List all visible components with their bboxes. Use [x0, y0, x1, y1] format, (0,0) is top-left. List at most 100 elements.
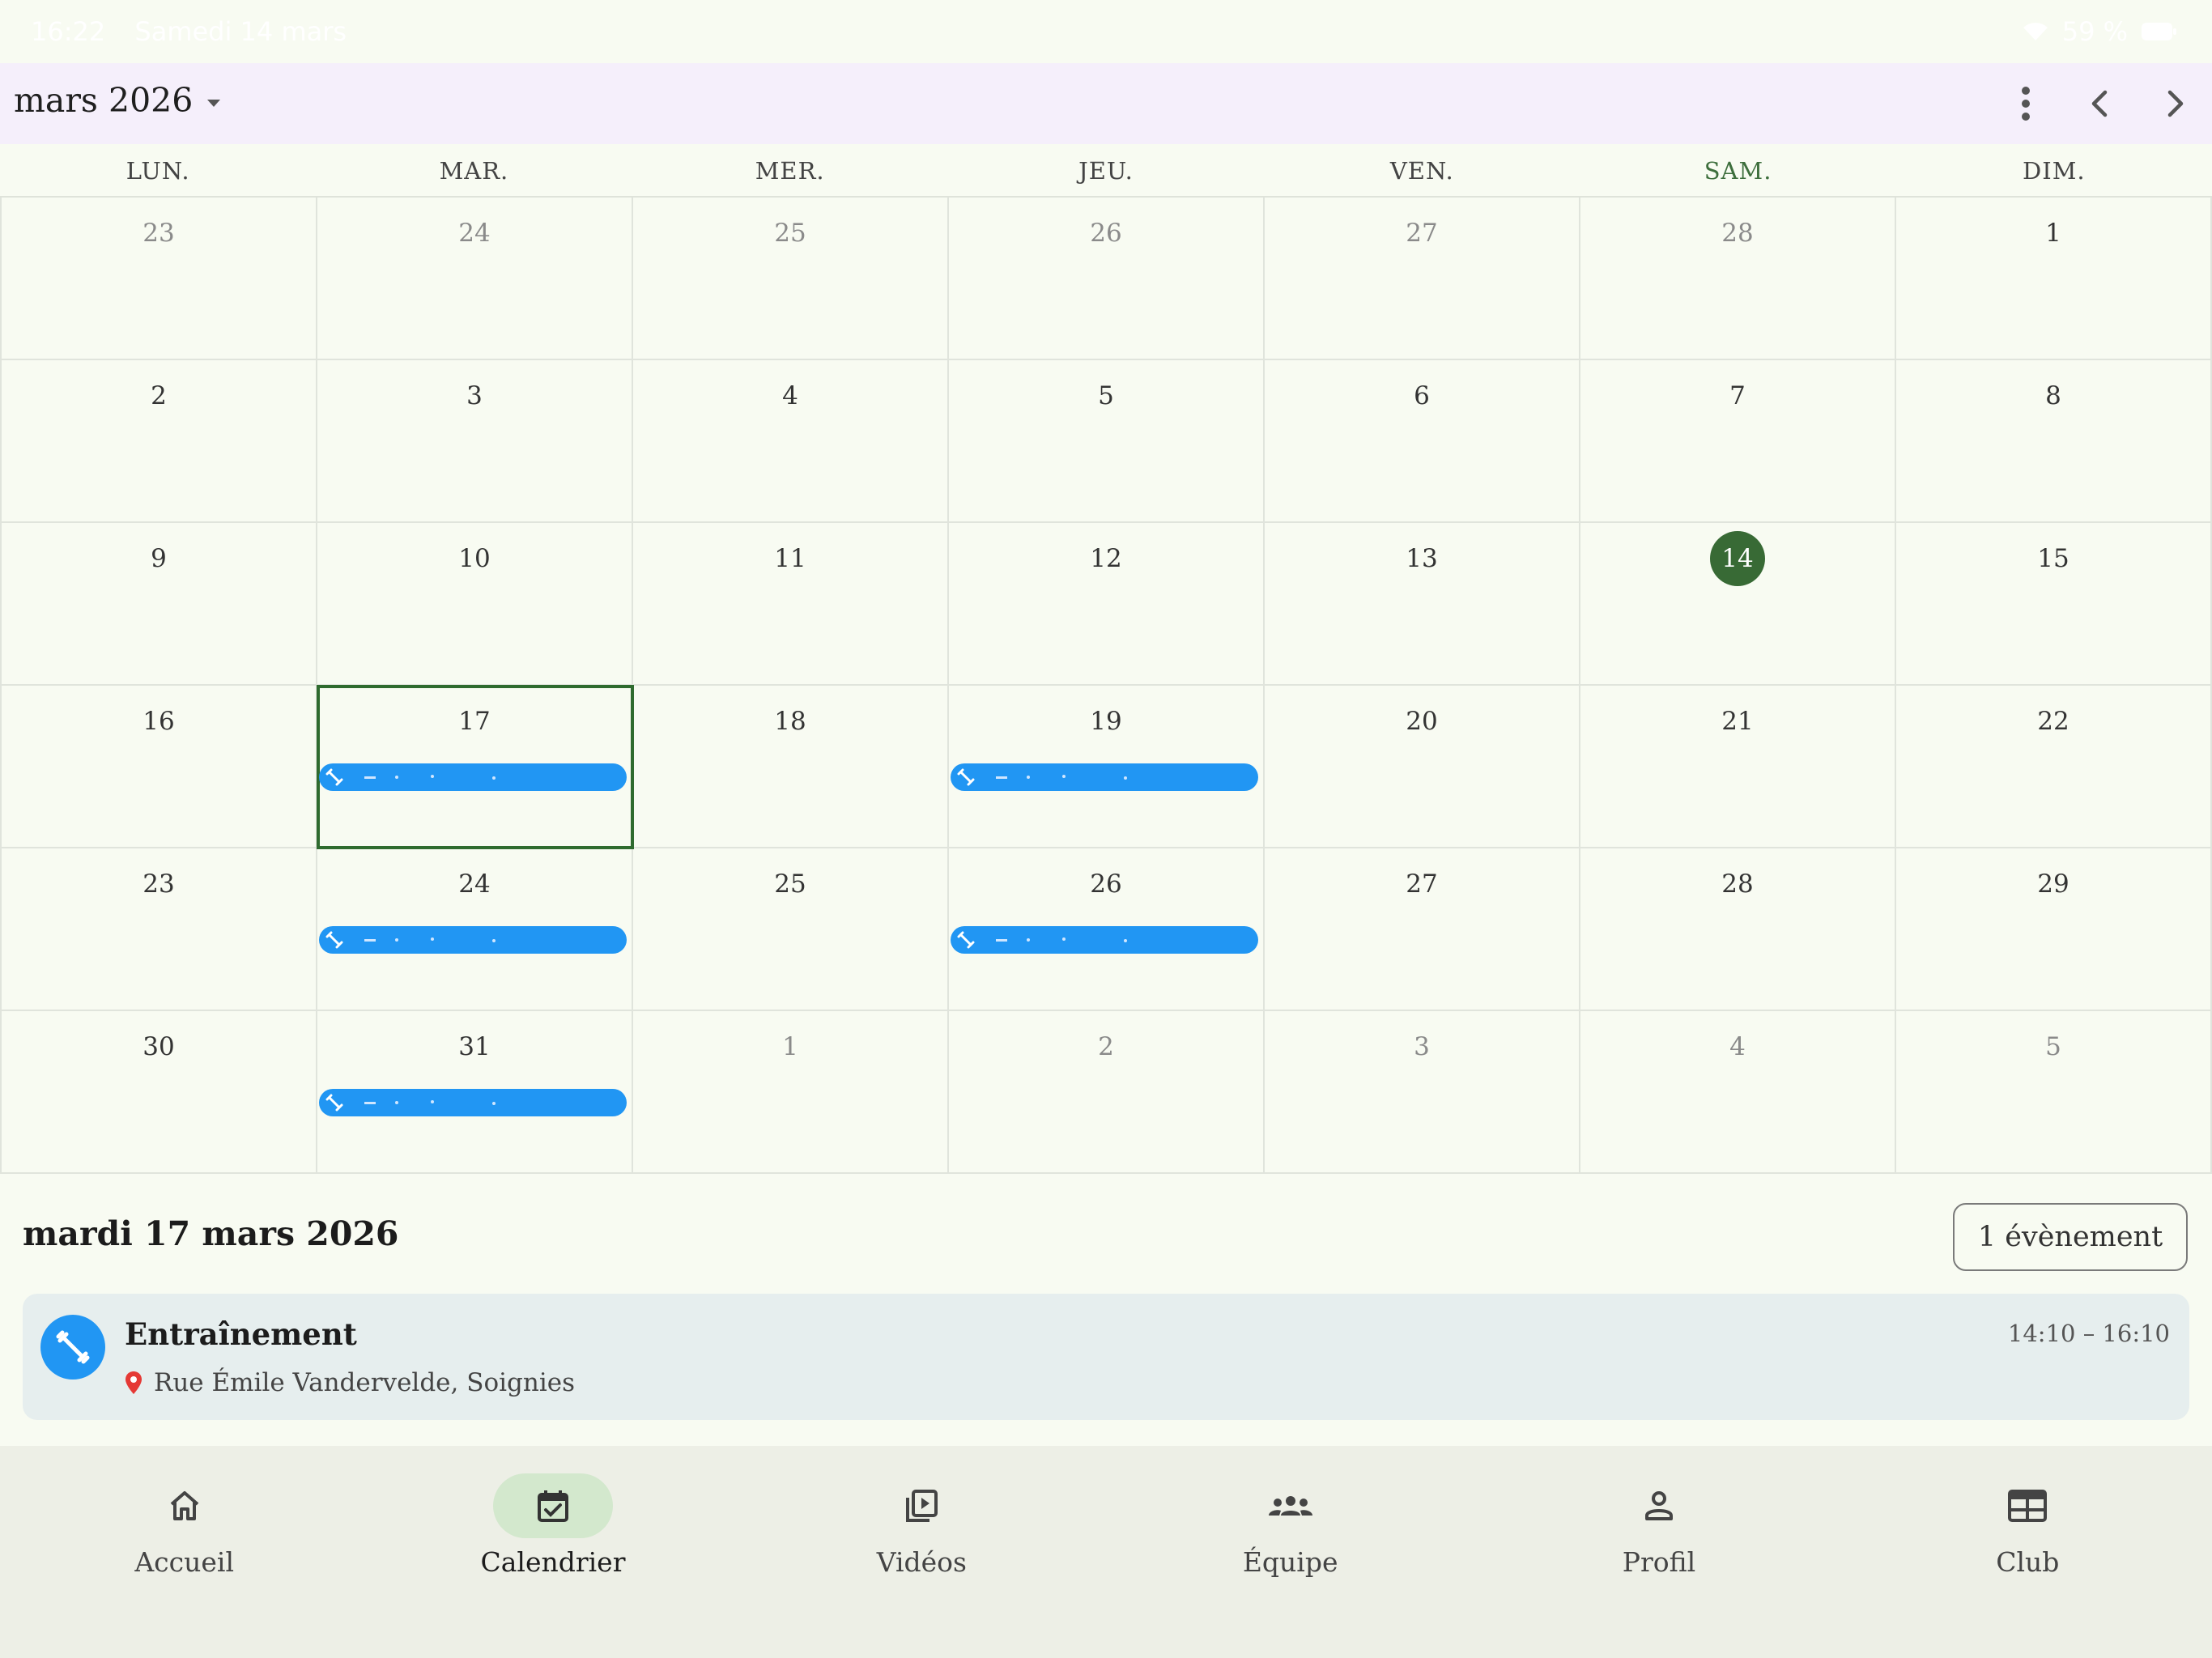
event-avatar	[40, 1315, 105, 1380]
day-cell[interactable]: 26	[949, 848, 1265, 1011]
nav-icon-container	[861, 1473, 981, 1538]
day-cell[interactable]: 28	[1580, 198, 1896, 360]
day-cell[interactable]: 26	[949, 198, 1265, 360]
day-cell[interactable]: 25	[633, 848, 949, 1011]
nav-label: Équipe	[1242, 1546, 1338, 1578]
date-number: 26	[1090, 219, 1122, 248]
day-cell[interactable]: 27	[1265, 198, 1580, 360]
previous-month-button[interactable]	[2078, 81, 2123, 126]
day-cell[interactable]: 11	[633, 523, 949, 686]
nav-club[interactable]: Club	[1844, 1446, 2212, 1658]
next-month-button[interactable]	[2152, 81, 2197, 126]
event-chip[interactable]	[319, 926, 627, 954]
day-cell[interactable]: 4	[1580, 1011, 1896, 1174]
home-icon	[170, 1491, 198, 1520]
event-chip-text-fragment	[364, 937, 496, 942]
day-cell[interactable]: 21	[1580, 686, 1896, 848]
date-number: 17	[458, 707, 491, 736]
day-cell[interactable]: 31	[317, 1011, 633, 1174]
date-number: 3	[466, 381, 483, 410]
event-chip-text-fragment	[996, 937, 1127, 942]
day-cell[interactable]: 1	[1896, 198, 2212, 360]
weekday-thu: JEU.	[1078, 157, 1134, 185]
day-cell[interactable]: 13	[1265, 523, 1580, 686]
day-cell[interactable]: 30	[2, 1011, 317, 1174]
nav-equipe[interactable]: Équipe	[1106, 1446, 1474, 1658]
nav-icon-container	[1967, 1473, 2087, 1538]
date-number: 24	[458, 219, 491, 248]
date-number: 23	[143, 219, 175, 248]
day-cell[interactable]: 20	[1265, 686, 1580, 848]
day-cell[interactable]: 14	[1580, 523, 1896, 686]
nav-calendrier[interactable]: Calendrier	[368, 1446, 737, 1658]
day-cell[interactable]: 18	[633, 686, 949, 848]
month-selector[interactable]: mars 2026	[14, 81, 221, 120]
event-time: 14:10 – 16:10	[2007, 1320, 2170, 1347]
day-cell[interactable]: 5	[949, 360, 1265, 523]
date-number: 22	[2037, 707, 2069, 736]
date-number: 28	[1721, 869, 1754, 899]
day-cell[interactable]: 12	[949, 523, 1265, 686]
day-cell[interactable]: 29	[1896, 848, 2212, 1011]
day-cell[interactable]: 23	[2, 198, 317, 360]
day-cell[interactable]: 5	[1896, 1011, 2212, 1174]
nav-accueil[interactable]: Accueil	[0, 1446, 368, 1658]
day-cell[interactable]: 2	[949, 1011, 1265, 1174]
event-chip[interactable]	[319, 763, 627, 791]
day-cell[interactable]: 10	[317, 523, 633, 686]
date-number: 7	[1729, 381, 1746, 410]
club-icon	[2008, 1490, 2048, 1522]
day-cell[interactable]: 1	[633, 1011, 949, 1174]
day-cell[interactable]: 3	[1265, 1011, 1580, 1174]
day-cell[interactable]: 22	[1896, 686, 2212, 848]
date-number: 16	[143, 707, 175, 736]
bottom-navigation: Accueil Calendrier Vidéos Équipe Profil …	[0, 1446, 2212, 1658]
event-card[interactable]: Entraînement 14:10 – 16:10 Rue Émile Van…	[23, 1294, 2189, 1420]
event-chip[interactable]	[319, 1089, 627, 1116]
date-number: 2	[151, 381, 167, 410]
date-number: 20	[1406, 707, 1438, 736]
day-cell[interactable]: 9	[2, 523, 317, 686]
nav-icon-container	[125, 1473, 245, 1538]
event-chip-text-fragment	[364, 775, 496, 780]
date-number: 15	[2037, 544, 2069, 573]
date-number: 9	[151, 544, 167, 573]
app-bar: mars 2026	[0, 63, 2212, 144]
weekday-wed: MER.	[755, 157, 825, 185]
event-chip-text-fragment	[364, 1100, 496, 1105]
event-location: Rue Émile Vandervelde, Soignies	[154, 1368, 576, 1397]
day-cell[interactable]: 2	[2, 360, 317, 523]
date-number: 27	[1406, 219, 1438, 248]
nav-profil[interactable]: Profil	[1474, 1446, 1843, 1658]
day-cell[interactable]: 19	[949, 686, 1265, 848]
date-number: 5	[2045, 1032, 2061, 1061]
month-grid: 23 24 25 26 27 28 1 2 3 4 5 6 7 8 9 10 11 12 13 14 15 16 17 18 1…	[0, 198, 2212, 1174]
weekday-tue: MAR.	[439, 157, 509, 185]
day-cell[interactable]: 8	[1896, 360, 2212, 523]
day-cell[interactable]: 25	[633, 198, 949, 360]
day-cell[interactable]: 24	[317, 848, 633, 1011]
day-cell[interactable]: 4	[633, 360, 949, 523]
day-cell[interactable]: 23	[2, 848, 317, 1011]
day-cell[interactable]: 3	[317, 360, 633, 523]
dumbbell-icon	[325, 931, 343, 949]
nav-videos[interactable]: Vidéos	[738, 1446, 1106, 1658]
day-cell[interactable]: 16	[2, 686, 317, 848]
nav-label: Accueil	[134, 1546, 234, 1578]
day-cell[interactable]: 28	[1580, 848, 1896, 1011]
event-count-chip[interactable]: 1 évènement	[1953, 1203, 2188, 1271]
event-chip[interactable]	[951, 763, 1258, 791]
day-cell[interactable]: 24	[317, 198, 633, 360]
month-title: mars 2026	[14, 81, 194, 120]
day-cell[interactable]: 7	[1580, 360, 1896, 523]
day-cell[interactable]: 17	[317, 685, 634, 849]
day-cell[interactable]: 15	[1896, 523, 2212, 686]
event-chip[interactable]	[951, 926, 1258, 954]
more-options-button[interactable]	[2003, 81, 2048, 126]
day-cell[interactable]: 6	[1265, 360, 1580, 523]
day-cell[interactable]: 27	[1265, 848, 1580, 1011]
date-number: 2	[1098, 1032, 1114, 1061]
dumbbell-icon	[957, 768, 975, 786]
date-number: 23	[143, 869, 175, 899]
date-number: 8	[2045, 381, 2061, 410]
